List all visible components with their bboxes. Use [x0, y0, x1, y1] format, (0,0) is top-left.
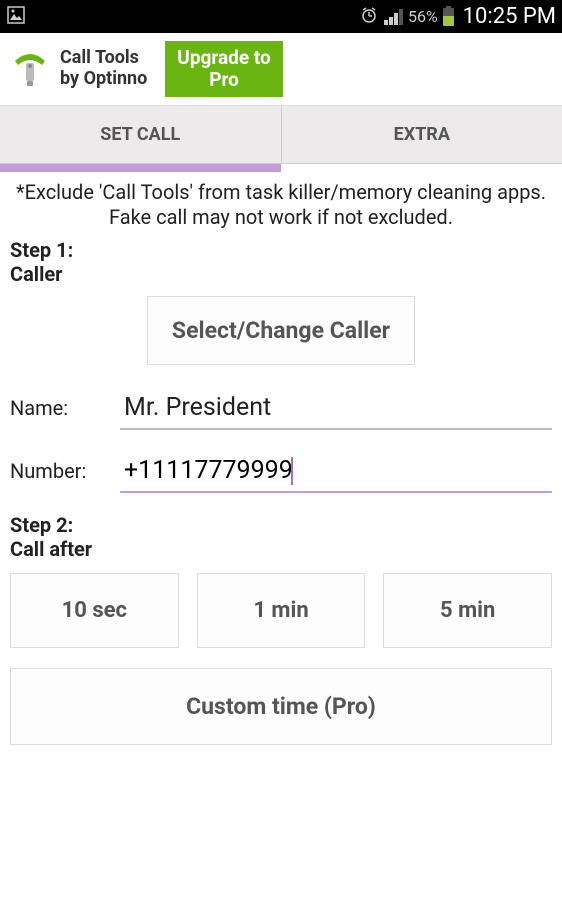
tabs: SET CALL EXTRA — [0, 105, 562, 164]
status-time: 10:25 PM — [463, 4, 556, 29]
app-header: Call Tools by Optinno Upgrade to Pro — [0, 33, 562, 105]
time-1min-button[interactable]: 1 min — [197, 573, 366, 648]
tab-indicator — [0, 164, 281, 172]
step1-label: Step 1: Caller — [10, 238, 552, 286]
tab-extra[interactable]: EXTRA — [282, 106, 562, 163]
status-bar: 56% 10:25 PM — [0, 0, 562, 33]
name-label: Name: — [10, 396, 100, 420]
time-options: 10 sec 1 min 5 min — [10, 573, 552, 648]
number-label: Number: — [10, 459, 100, 483]
image-icon — [6, 5, 26, 29]
battery-icon — [443, 8, 454, 26]
select-caller-button[interactable]: Select/Change Caller — [147, 296, 415, 365]
custom-time-button[interactable]: Custom time (Pro) — [10, 668, 552, 745]
main-content: *Exclude 'Call Tools' from task killer/m… — [0, 172, 562, 753]
signal-icon — [384, 9, 403, 25]
number-row: Number: +11117779999 — [10, 450, 552, 493]
upgrade-pro-button[interactable]: Upgrade to Pro — [165, 41, 282, 97]
app-title: Call Tools by Optinno — [60, 48, 147, 89]
step2-label: Step 2: Call after — [10, 513, 552, 561]
exclude-notice: *Exclude 'Call Tools' from task killer/m… — [10, 180, 552, 238]
app-icon — [10, 49, 50, 89]
name-input[interactable] — [120, 387, 552, 430]
alarm-icon — [359, 5, 379, 29]
tab-set-call[interactable]: SET CALL — [0, 106, 282, 163]
text-cursor — [291, 457, 293, 485]
time-5min-button[interactable]: 5 min — [383, 573, 552, 648]
battery-percent: 56% — [408, 7, 438, 26]
time-10sec-button[interactable]: 10 sec — [10, 573, 179, 648]
name-row: Name: — [10, 387, 552, 430]
number-input[interactable]: +11117779999 — [120, 450, 552, 493]
